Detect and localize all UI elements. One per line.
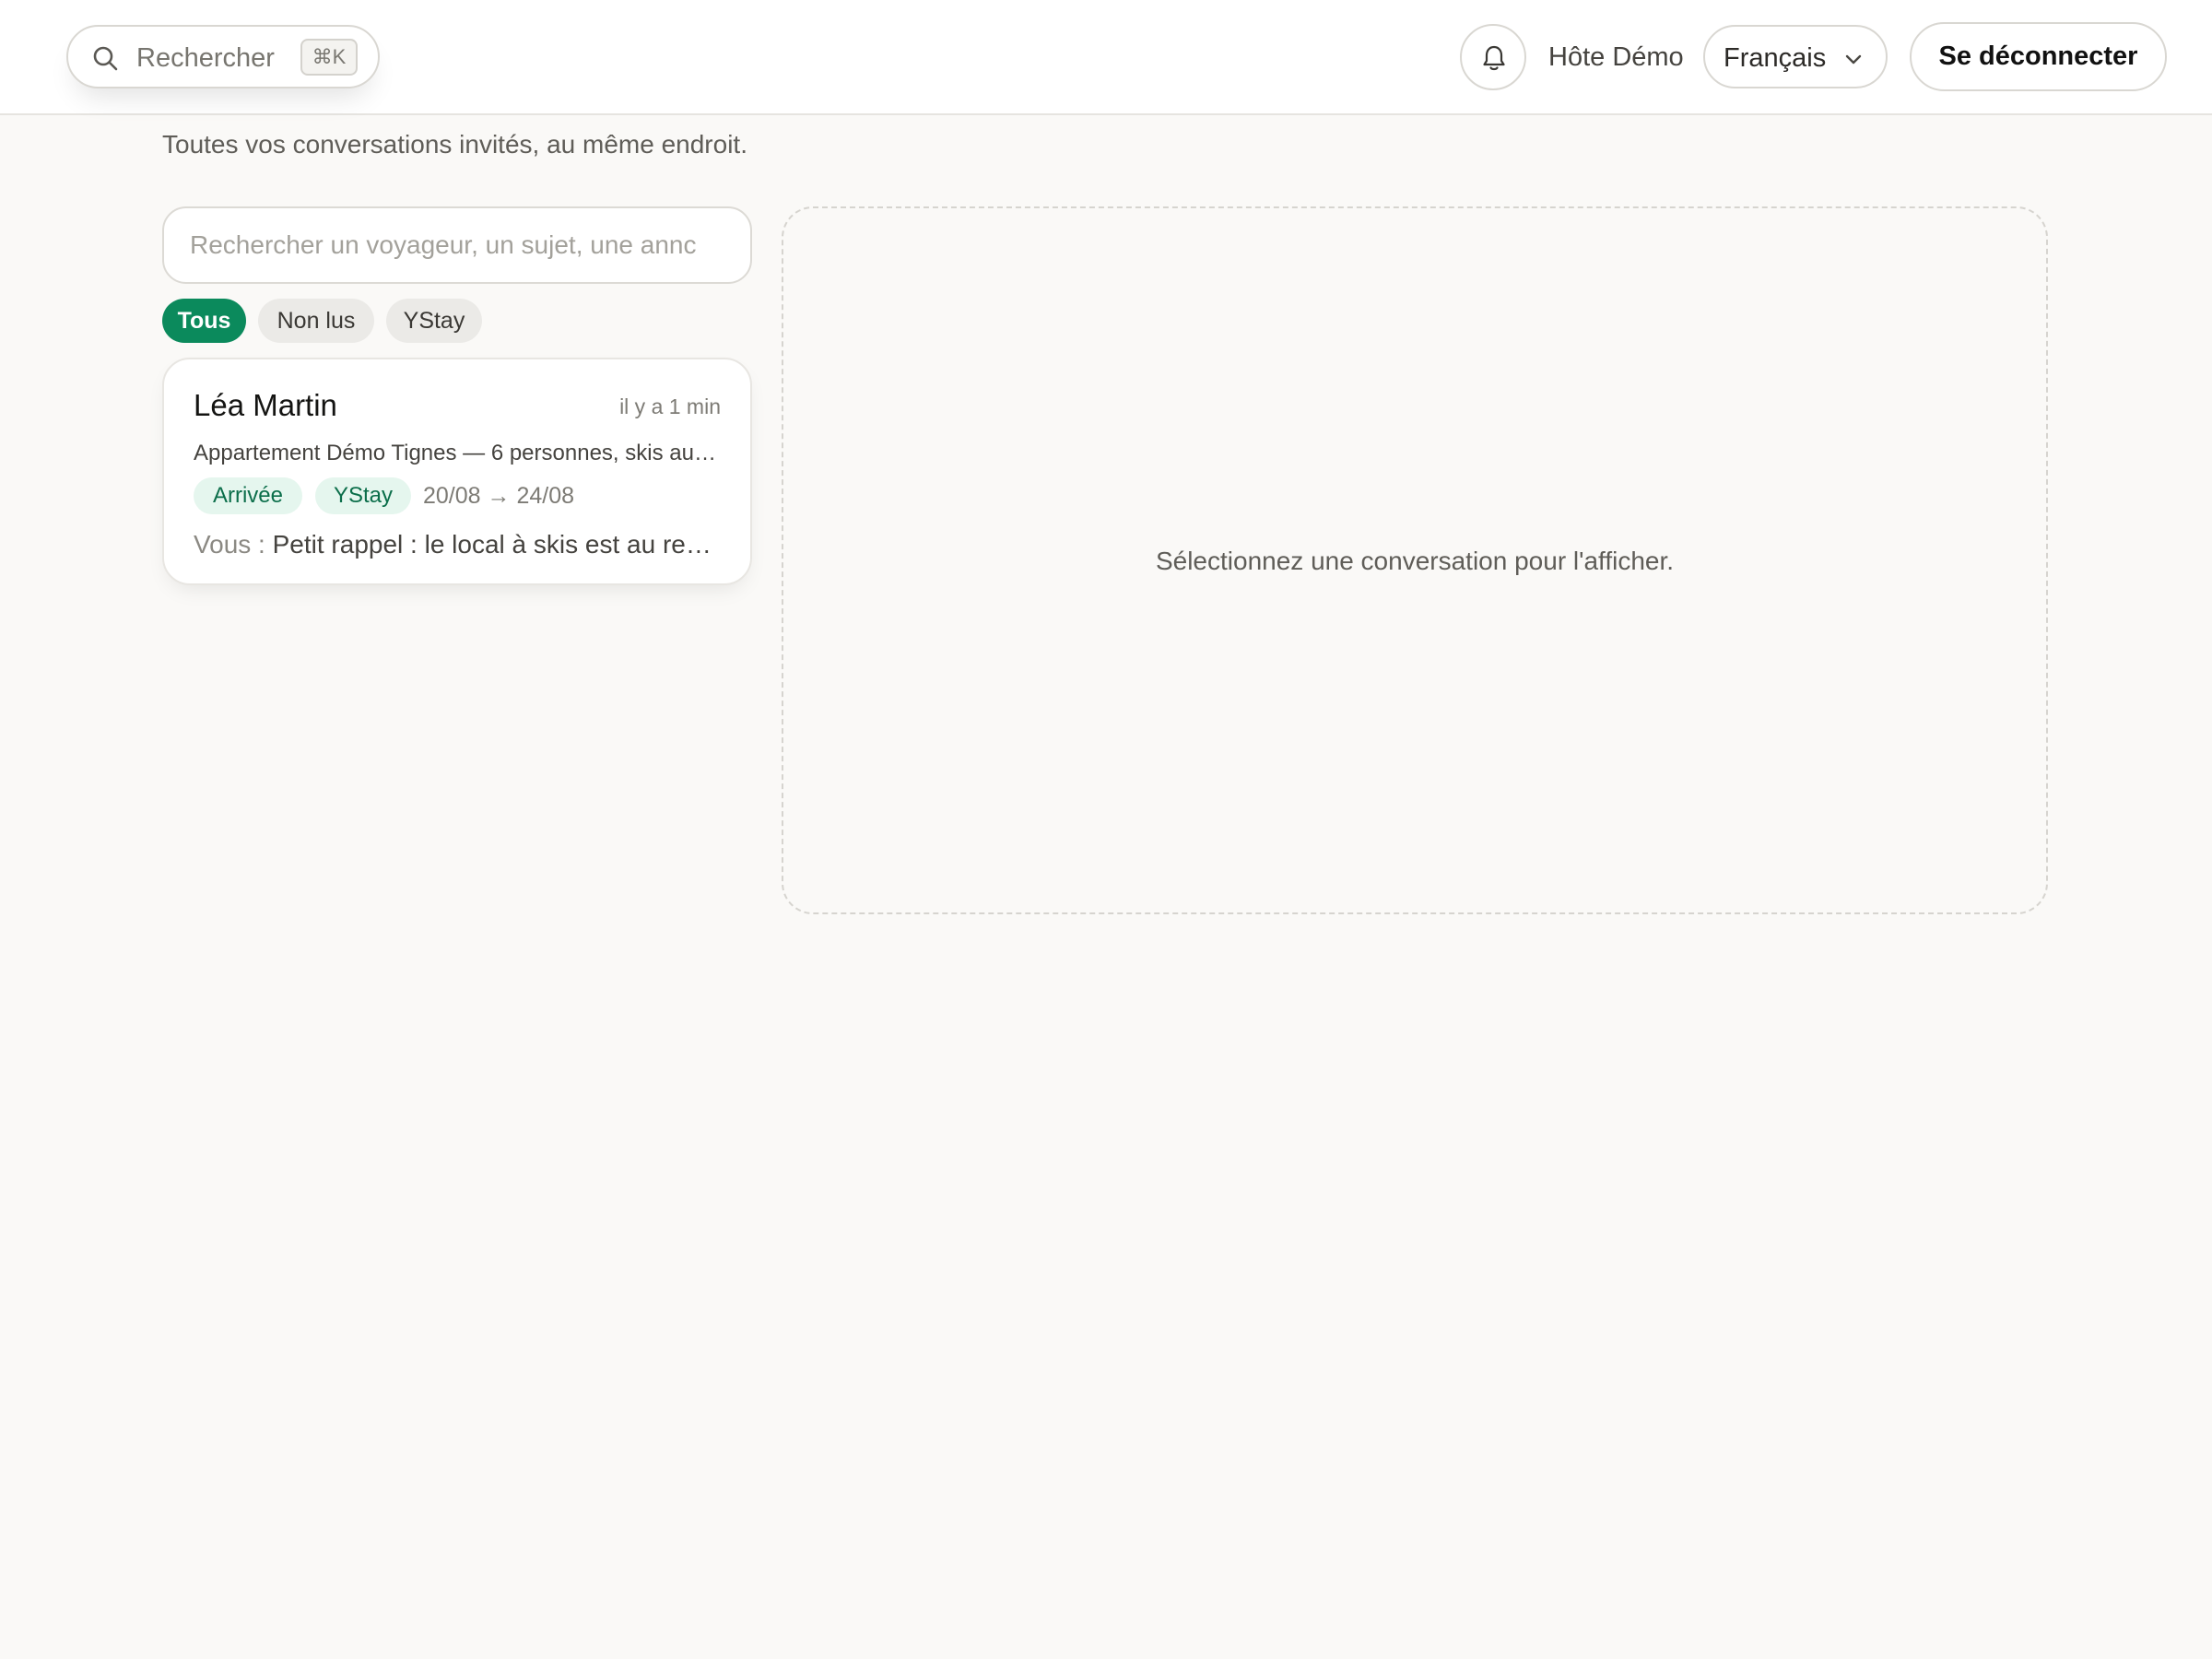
guest-name: Léa Martin [194, 388, 337, 422]
empty-state-message: Sélectionnez une conversation pour l'aff… [1155, 547, 1675, 575]
search-icon [93, 46, 118, 71]
preview-text: Petit rappel : le local à skis est au re… [272, 530, 719, 559]
chevron-down-icon [1845, 54, 1862, 65]
top-bar: Rechercher ⌘K Hôte Démo Français Se déco… [0, 0, 2212, 115]
conversation-time: il y a 1 min [619, 394, 721, 418]
inbox-page: Rechercher ⌘K Hôte Démo Français Se déco… [0, 0, 2212, 1659]
stay-dates: 20/08 → 24/08 [423, 483, 575, 509]
listing-title: Appartement Démo Tignes — 6 personnes, s… [194, 441, 719, 465]
language-value: Français [1724, 43, 1827, 73]
conversation-card[interactable]: Léa Martin il y a 1 min Appartement Démo… [162, 358, 752, 585]
status-badge: Arrivée [194, 477, 302, 514]
page-subtitle: Toutes vos conversations invités, au mêm… [162, 130, 747, 159]
filter-chip-ystay[interactable]: YStay [386, 299, 482, 343]
notifications-button[interactable] [1460, 24, 1526, 90]
host-name: Hôte Démo [1548, 42, 1684, 72]
filter-chip-all[interactable]: Tous [162, 299, 246, 343]
logout-button[interactable]: Se déconnecter [1910, 22, 2167, 91]
conversation-search-input[interactable] [162, 206, 752, 284]
global-search-placeholder: Rechercher [136, 43, 275, 73]
conversation-detail-panel: Sélectionnez une conversation pour l'aff… [782, 206, 2048, 914]
last-message-preview: Vous : Petit rappel : le local à skis es… [194, 528, 719, 561]
filter-chip-unread[interactable]: Non lus [258, 299, 374, 343]
channel-badge: YStay [315, 477, 411, 514]
language-select[interactable]: Français [1703, 25, 1888, 88]
bell-icon [1483, 45, 1505, 71]
global-search[interactable]: Rechercher ⌘K [66, 25, 380, 88]
preview-sender: Vous : [194, 530, 265, 559]
keyboard-shortcut-hint: ⌘K [300, 39, 358, 76]
